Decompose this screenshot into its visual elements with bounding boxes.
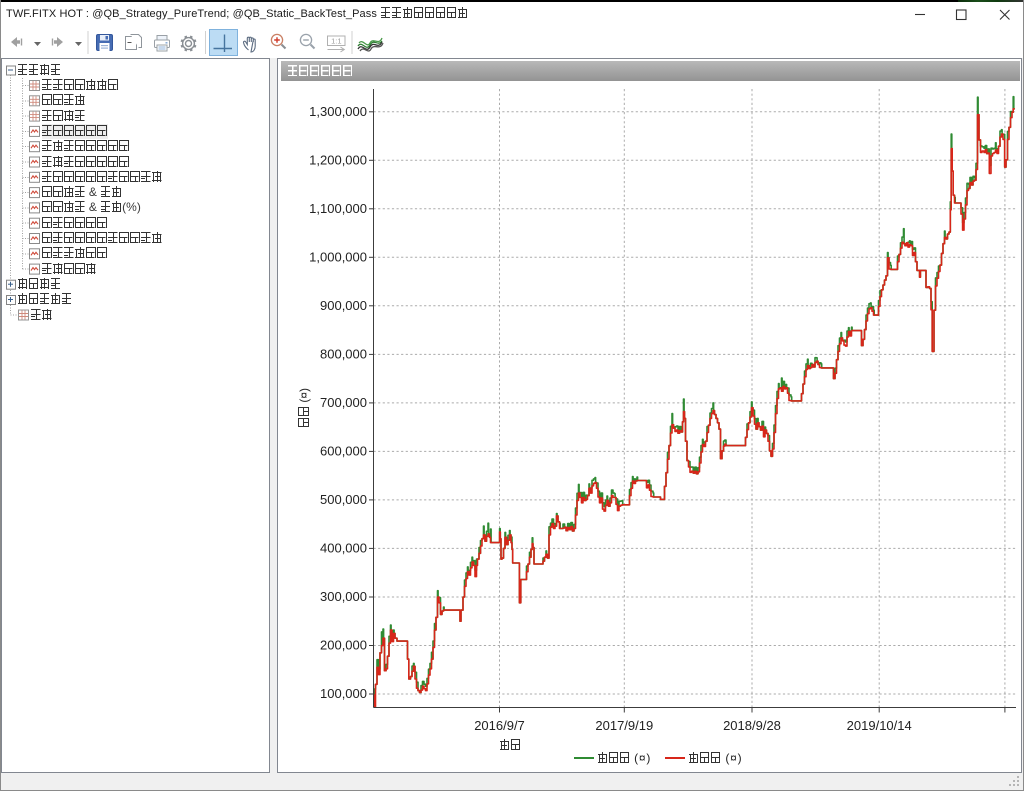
svg-text:1:1: 1:1: [331, 37, 341, 46]
